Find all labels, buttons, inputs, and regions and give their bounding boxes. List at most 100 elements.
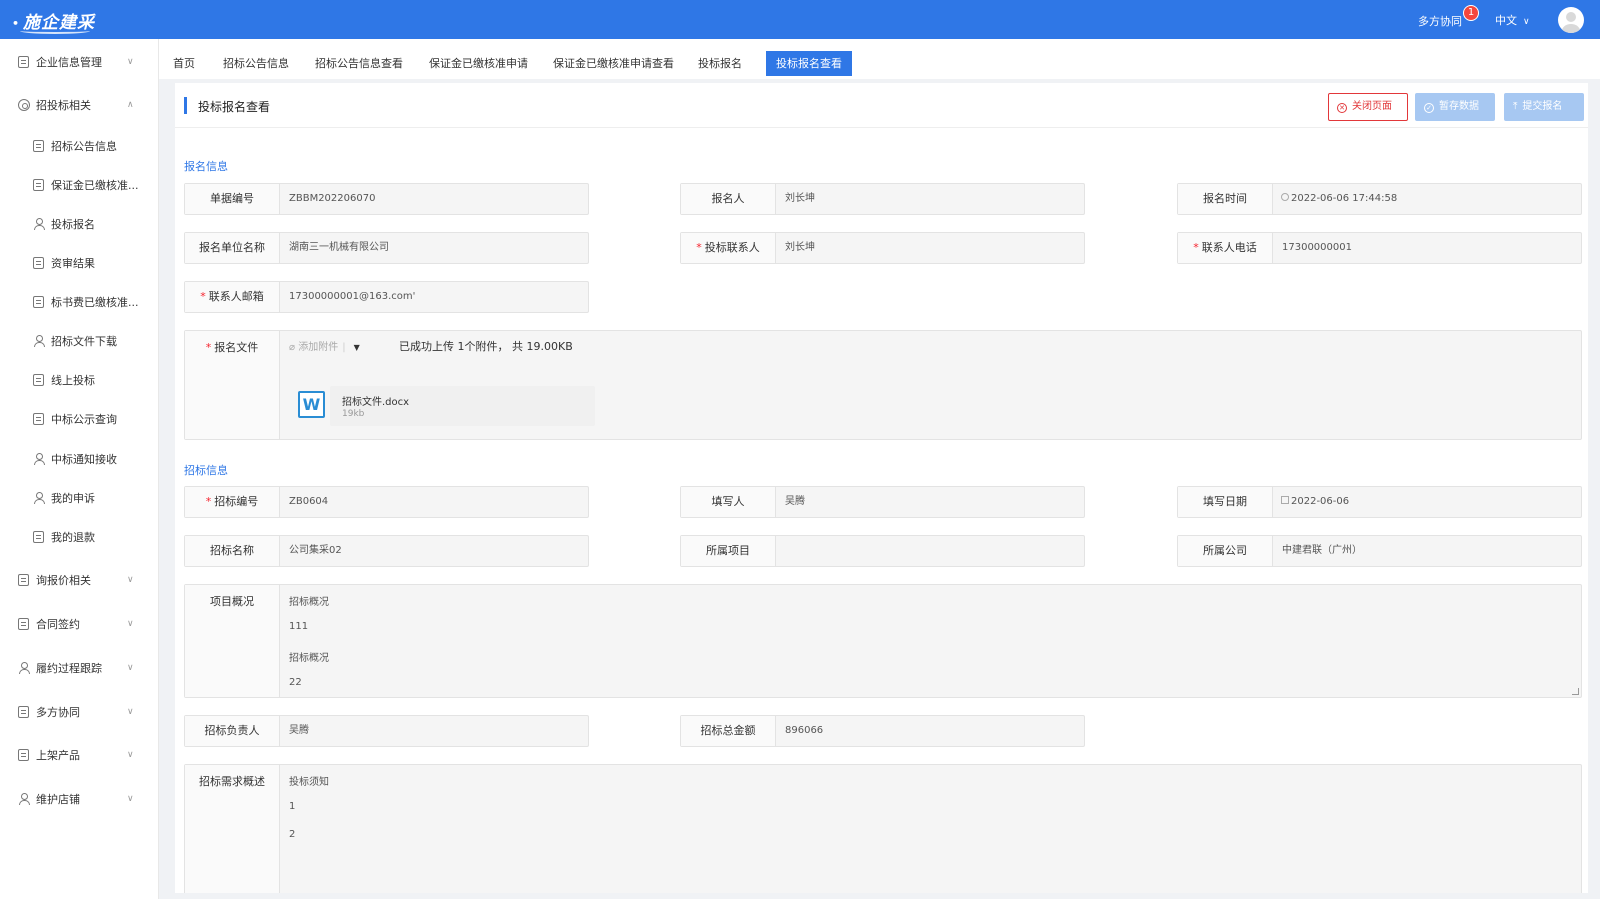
sidebar-group-products[interactable]: 上架产品 ∨ [0, 740, 159, 770]
quote-icon [17, 574, 30, 587]
field-label: 报名单位名称 [185, 233, 280, 263]
sidebar-group-enterprise-info[interactable]: 企业信息管理 ∨ [0, 47, 159, 77]
sidebar-item-tender-fee-approval[interactable]: 标书费已缴核准... [0, 287, 159, 317]
calendar-icon [1281, 496, 1289, 504]
contract-icon [17, 618, 30, 631]
sidebar-group-bidding[interactable]: 招投标相关 ∧ [0, 90, 159, 120]
sidebar-item-deposit-approval[interactable]: 保证金已缴核准... [0, 170, 159, 200]
sidebar-group-label: 多方协同 [36, 706, 80, 719]
registrant-field: 报名人 刘长坤 [680, 183, 1085, 215]
collab-link[interactable]: 多方协同 [1418, 13, 1462, 29]
overview-line: 招标概况 [289, 597, 329, 608]
required-mark: * [205, 341, 212, 354]
clock-icon [1281, 193, 1289, 201]
required-mark: * [1193, 241, 1199, 254]
tender-company-field: 所属公司 中建君联（广州） [1177, 535, 1582, 567]
tab-tender-notice[interactable]: 招标公告信息 [213, 51, 299, 76]
sidebar-group-tracking[interactable]: 履约过程跟踪 ∨ [0, 653, 159, 683]
close-page-button[interactable]: ✕ 关闭页面 [1328, 93, 1408, 121]
required-mark: * [200, 290, 206, 303]
sidebar-item-my-refunds[interactable]: 我的退款 [0, 522, 159, 552]
shop-icon [17, 793, 30, 806]
sidebar-item-my-appeals[interactable]: 我的申诉 [0, 483, 159, 513]
chevron-up-icon: ∧ [127, 100, 134, 110]
language-selector[interactable]: 中文 ∨ [1495, 12, 1530, 28]
field-value: ZBBM202206070 [289, 193, 376, 204]
list-icon [32, 413, 45, 426]
user-icon [32, 492, 45, 505]
field-value: 刘长坤 [785, 193, 815, 204]
dropdown-arrow-icon[interactable]: ▼ [354, 343, 360, 352]
sidebar-group-quotation[interactable]: 询报价相关 ∨ [0, 565, 159, 595]
sidebar-item-label: 我的退款 [51, 531, 95, 544]
sidebar-item-label: 线上投标 [51, 374, 95, 387]
refund-icon [32, 531, 45, 544]
required-mark: * [696, 241, 702, 254]
chevron-down-icon: ∨ [127, 57, 134, 67]
sidebar-item-label: 招标文件下载 [51, 335, 117, 348]
tab-bid-registration-view[interactable]: 投标报名查看 [766, 51, 852, 76]
field-label: 单据编号 [185, 184, 280, 214]
sidebar-item-bid-registration[interactable]: 投标报名 [0, 209, 159, 239]
sidebar-group-shop[interactable]: 维护店铺 ∨ [0, 784, 159, 814]
network-icon [32, 335, 45, 348]
sidebar-item-online-bid[interactable]: 线上投标 [0, 365, 159, 395]
upload-icon: ⤒ [1513, 101, 1518, 112]
sidebar: 企业信息管理 ∨ 招投标相关 ∧ 招标公告信息 保证金已缴核准... 投标报名 … [0, 39, 159, 899]
tab-deposit-apply[interactable]: 保证金已缴核准申请 [419, 51, 538, 76]
sidebar-group-contract[interactable]: 合同签约 ∨ [0, 609, 159, 639]
section-title-tender: 招标信息 [184, 464, 228, 477]
close-icon: ✕ [1337, 103, 1347, 113]
sidebar-item-qualification-result[interactable]: 资审结果 [0, 248, 159, 278]
doc-no-field: 单据编号 ZBBM202206070 [184, 183, 589, 215]
email-field: * 联系人邮箱 17300000001@163.com' [184, 281, 589, 313]
field-value: 896066 [785, 725, 824, 736]
sidebar-item-label: 中标通知接收 [51, 453, 117, 466]
field-value: ZB0604 [289, 496, 329, 507]
page-header: 投标报名查看 ✕ 关闭页面 ✓ 暂存数据 ⤒ 提交报名 [175, 83, 1588, 128]
top-bar: • 施企建采 多方协同 1 中文 ∨ [0, 0, 1600, 39]
add-attachment-button[interactable]: ⌀ 添加附件 | ▼ [289, 338, 360, 353]
sidebar-group-collab[interactable]: 多方协同 ∨ [0, 697, 159, 727]
tab-deposit-apply-view[interactable]: 保证金已缴核准申请查看 [543, 51, 684, 76]
sidebar-item-tender-download[interactable]: 招标文件下载 [0, 326, 159, 356]
overview-line: 22 [289, 677, 302, 688]
filler-field: 填写人 吴腾 [680, 486, 1085, 518]
company-field: 报名单位名称 湖南三一机械有限公司 [184, 232, 589, 264]
field-label: * 投标联系人 [681, 233, 776, 263]
chevron-down-icon: ∨ [127, 750, 134, 760]
user-icon [32, 453, 45, 466]
tab-home[interactable]: 首页 [163, 51, 205, 76]
chevron-down-icon: ∨ [127, 794, 134, 804]
sidebar-group-label: 企业信息管理 [36, 56, 102, 69]
track-icon [17, 662, 30, 675]
reg-time-field: 报名时间 2022-06-06 17:44:58 [1177, 183, 1582, 215]
check-icon: ✓ [1424, 103, 1434, 113]
requirements-line: 2 [289, 829, 296, 840]
tender-no-field: * 招标编号 ZB0604 [184, 486, 589, 518]
avatar[interactable] [1558, 7, 1584, 33]
save-draft-button[interactable]: ✓ 暂存数据 [1415, 93, 1495, 121]
file-name[interactable]: 招标文件.docx [342, 393, 409, 408]
sidebar-item-tender-notice[interactable]: 招标公告信息 [0, 131, 159, 161]
resize-handle-icon[interactable] [1572, 688, 1579, 695]
field-label: 填写人 [681, 487, 776, 517]
field-label: 报名人 [681, 184, 776, 214]
field-label: 招标需求概述 [185, 765, 280, 893]
document-icon [32, 374, 45, 387]
fill-date-field: 填写日期 2022-06-06 [1177, 486, 1582, 518]
owner-field: 招标负责人 吴腾 [184, 715, 589, 747]
document-icon [32, 140, 45, 153]
overview-text: 招标概况 111 招标概况 22 [289, 593, 329, 705]
tab-tender-notice-view[interactable]: 招标公告信息查看 [305, 51, 413, 76]
field-value: 2022-06-06 [1281, 487, 1349, 517]
sidebar-group-label: 履约过程跟踪 [36, 662, 102, 675]
submit-registration-button[interactable]: ⤒ 提交报名 [1504, 93, 1584, 121]
sidebar-item-award-notice[interactable]: 中标通知接收 [0, 444, 159, 474]
field-label: 报名时间 [1178, 184, 1273, 214]
field-value: 湖南三一机械有限公司 [289, 242, 389, 253]
tab-bid-registration[interactable]: 投标报名 [688, 51, 752, 76]
field-label: 招标负责人 [185, 716, 280, 746]
section-title-registration: 报名信息 [184, 160, 228, 173]
sidebar-item-award-publicity[interactable]: 中标公示查询 [0, 404, 159, 434]
